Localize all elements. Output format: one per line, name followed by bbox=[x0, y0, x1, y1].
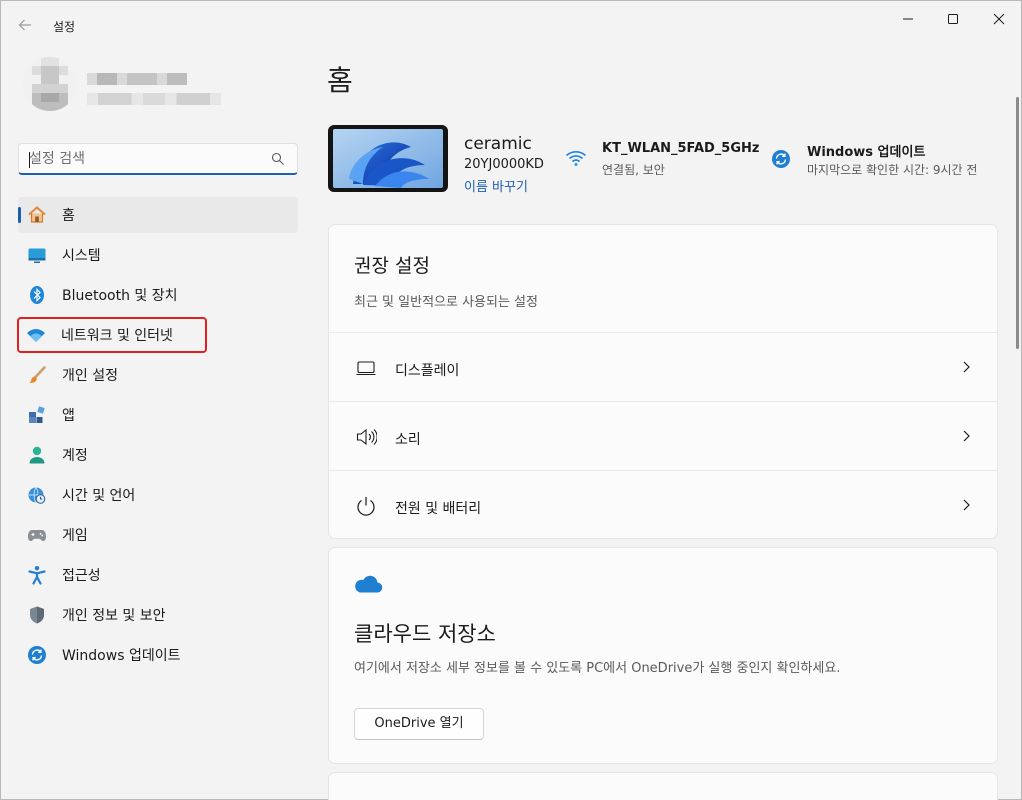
recommended-settings-card: 권장 설정 최근 및 일반적으로 사용되는 설정 디스플레이 소리 전원 및 배 bbox=[328, 224, 998, 539]
sidebar-item-accessibility[interactable]: 접근성 bbox=[18, 557, 298, 593]
next-card-partial bbox=[328, 772, 998, 800]
apps-icon bbox=[29, 406, 45, 423]
cloud-storage-card: 클라우드 저장소 여기에서 저장소 세부 정보를 볼 수 있도록 PC에서 On… bbox=[328, 547, 998, 764]
minimize-button[interactable] bbox=[885, 5, 931, 33]
sidebar-item-network[interactable]: 네트워크 및 인터넷 bbox=[17, 317, 207, 353]
row-label: 전원 및 배터리 bbox=[395, 501, 482, 517]
sidebar-item-privacy-security[interactable]: 개인 정보 및 보안 bbox=[18, 597, 298, 633]
home-icon bbox=[28, 206, 46, 223]
update-title[interactable]: Windows 업데이트 bbox=[807, 141, 925, 160]
recommended-row-power[interactable]: 전원 및 배터리 bbox=[329, 470, 997, 539]
recommended-row-display[interactable]: 디스플레이 bbox=[329, 332, 997, 401]
maximize-icon bbox=[948, 14, 958, 24]
minimize-icon bbox=[903, 18, 913, 20]
open-onedrive-button[interactable]: OneDrive 열기 bbox=[354, 708, 484, 740]
app-title: 설정 bbox=[53, 20, 76, 34]
sidebar-item-label: Windows 업데이트 bbox=[62, 648, 181, 664]
power-icon bbox=[357, 497, 375, 516]
sidebar-item-label: 개인 정보 및 보안 bbox=[62, 608, 166, 624]
sidebar-item-gaming[interactable]: 게임 bbox=[18, 517, 298, 553]
sidebar-item-time-language[interactable]: 시간 및 언어 bbox=[18, 477, 298, 513]
sidebar-item-label: 앱 bbox=[62, 408, 75, 424]
row-label: 디스플레이 bbox=[395, 363, 460, 379]
profile-name-redacted bbox=[87, 73, 187, 85]
sidebar-item-label: Bluetooth 및 장치 bbox=[62, 288, 178, 304]
maximize-button[interactable] bbox=[930, 5, 976, 33]
wifi-network-icon bbox=[27, 329, 45, 342]
cloud-icon bbox=[355, 575, 383, 593]
scrollbar[interactable] bbox=[1016, 97, 1019, 349]
sidebar-nav: 홈 시스템 Bluetooth 및 장치 네트워크 및 인터넷 개인 설정 앱 … bbox=[17, 197, 298, 677]
recommended-row-sound[interactable]: 소리 bbox=[329, 401, 997, 470]
chevron-right-icon bbox=[963, 361, 970, 373]
paintbrush-icon bbox=[29, 366, 46, 383]
card-description: 최근 및 일반적으로 사용되는 설정 bbox=[354, 295, 538, 310]
sidebar-item-label: 시스템 bbox=[62, 248, 101, 264]
avatar[interactable] bbox=[23, 57, 77, 111]
sidebar-item-label: 홈 bbox=[62, 208, 75, 224]
network-status: 연결됨, 보안 bbox=[602, 163, 665, 177]
chevron-right-icon bbox=[963, 499, 970, 511]
title-bar: 설정 bbox=[1, 1, 1021, 41]
rename-device-link[interactable]: 이름 바꾸기 bbox=[464, 176, 528, 195]
device-thumbnail bbox=[328, 125, 448, 192]
sidebar-item-label: 계정 bbox=[62, 448, 88, 464]
wallpaper-bloom-image bbox=[333, 129, 443, 188]
network-name[interactable]: KT_WLAN_5FAD_5GHz bbox=[602, 141, 759, 156]
sidebar-item-label: 게임 bbox=[62, 528, 88, 544]
sidebar-item-label: 시간 및 언어 bbox=[62, 488, 136, 504]
windows-update-icon[interactable] bbox=[771, 149, 791, 169]
back-arrow-icon bbox=[18, 19, 31, 31]
sidebar-item-accounts[interactable]: 계정 bbox=[18, 437, 298, 473]
search-icon[interactable] bbox=[271, 152, 285, 166]
back-button[interactable] bbox=[11, 11, 39, 39]
account-icon bbox=[29, 446, 45, 464]
settings-window: 설정 설정 검색 홈 시스템 Bluetooth 및 장치 네트워크 및 인터넷… bbox=[0, 0, 1022, 800]
close-button[interactable] bbox=[976, 5, 1022, 33]
device-model: 20YJ0000KD bbox=[464, 157, 544, 172]
sidebar-item-label: 네트워크 및 인터넷 bbox=[61, 328, 173, 344]
card-description: 여기에서 저장소 세부 정보를 볼 수 있도록 PC에서 OneDrive가 실… bbox=[354, 661, 841, 676]
sidebar-item-label: 접근성 bbox=[62, 568, 101, 584]
search-box[interactable] bbox=[18, 143, 298, 175]
bluetooth-icon bbox=[30, 286, 44, 304]
windows-update-icon bbox=[28, 646, 46, 664]
card-title: 클라우드 저장소 bbox=[354, 622, 496, 646]
close-icon bbox=[993, 13, 1005, 25]
shield-icon bbox=[30, 606, 44, 624]
accessibility-icon bbox=[28, 566, 46, 585]
gamepad-icon bbox=[28, 530, 46, 541]
sidebar-item-home[interactable]: 홈 bbox=[18, 197, 298, 233]
system-icon bbox=[28, 248, 46, 263]
row-label: 소리 bbox=[395, 432, 421, 448]
search-input[interactable] bbox=[29, 150, 259, 168]
device-name: ceramic bbox=[464, 134, 532, 154]
chevron-right-icon bbox=[963, 430, 970, 442]
sidebar-item-personalization[interactable]: 개인 설정 bbox=[18, 357, 298, 393]
sidebar-item-windows-update[interactable]: Windows 업데이트 bbox=[18, 637, 298, 673]
sidebar-item-system[interactable]: 시스템 bbox=[18, 237, 298, 273]
display-icon bbox=[356, 361, 376, 376]
sidebar-item-label: 개인 설정 bbox=[62, 368, 118, 384]
wifi-icon[interactable] bbox=[565, 149, 587, 167]
speaker-icon bbox=[356, 428, 377, 446]
sidebar-item-apps[interactable]: 앱 bbox=[18, 397, 298, 433]
sidebar-item-bluetooth[interactable]: Bluetooth 및 장치 bbox=[18, 277, 298, 313]
page-title: 홈 bbox=[327, 64, 353, 97]
update-status: 마지막으로 확인한 시간: 9시간 전 bbox=[807, 163, 978, 177]
profile-email-redacted bbox=[87, 93, 221, 105]
time-language-icon bbox=[28, 487, 46, 504]
card-title: 권장 설정 bbox=[354, 255, 430, 277]
